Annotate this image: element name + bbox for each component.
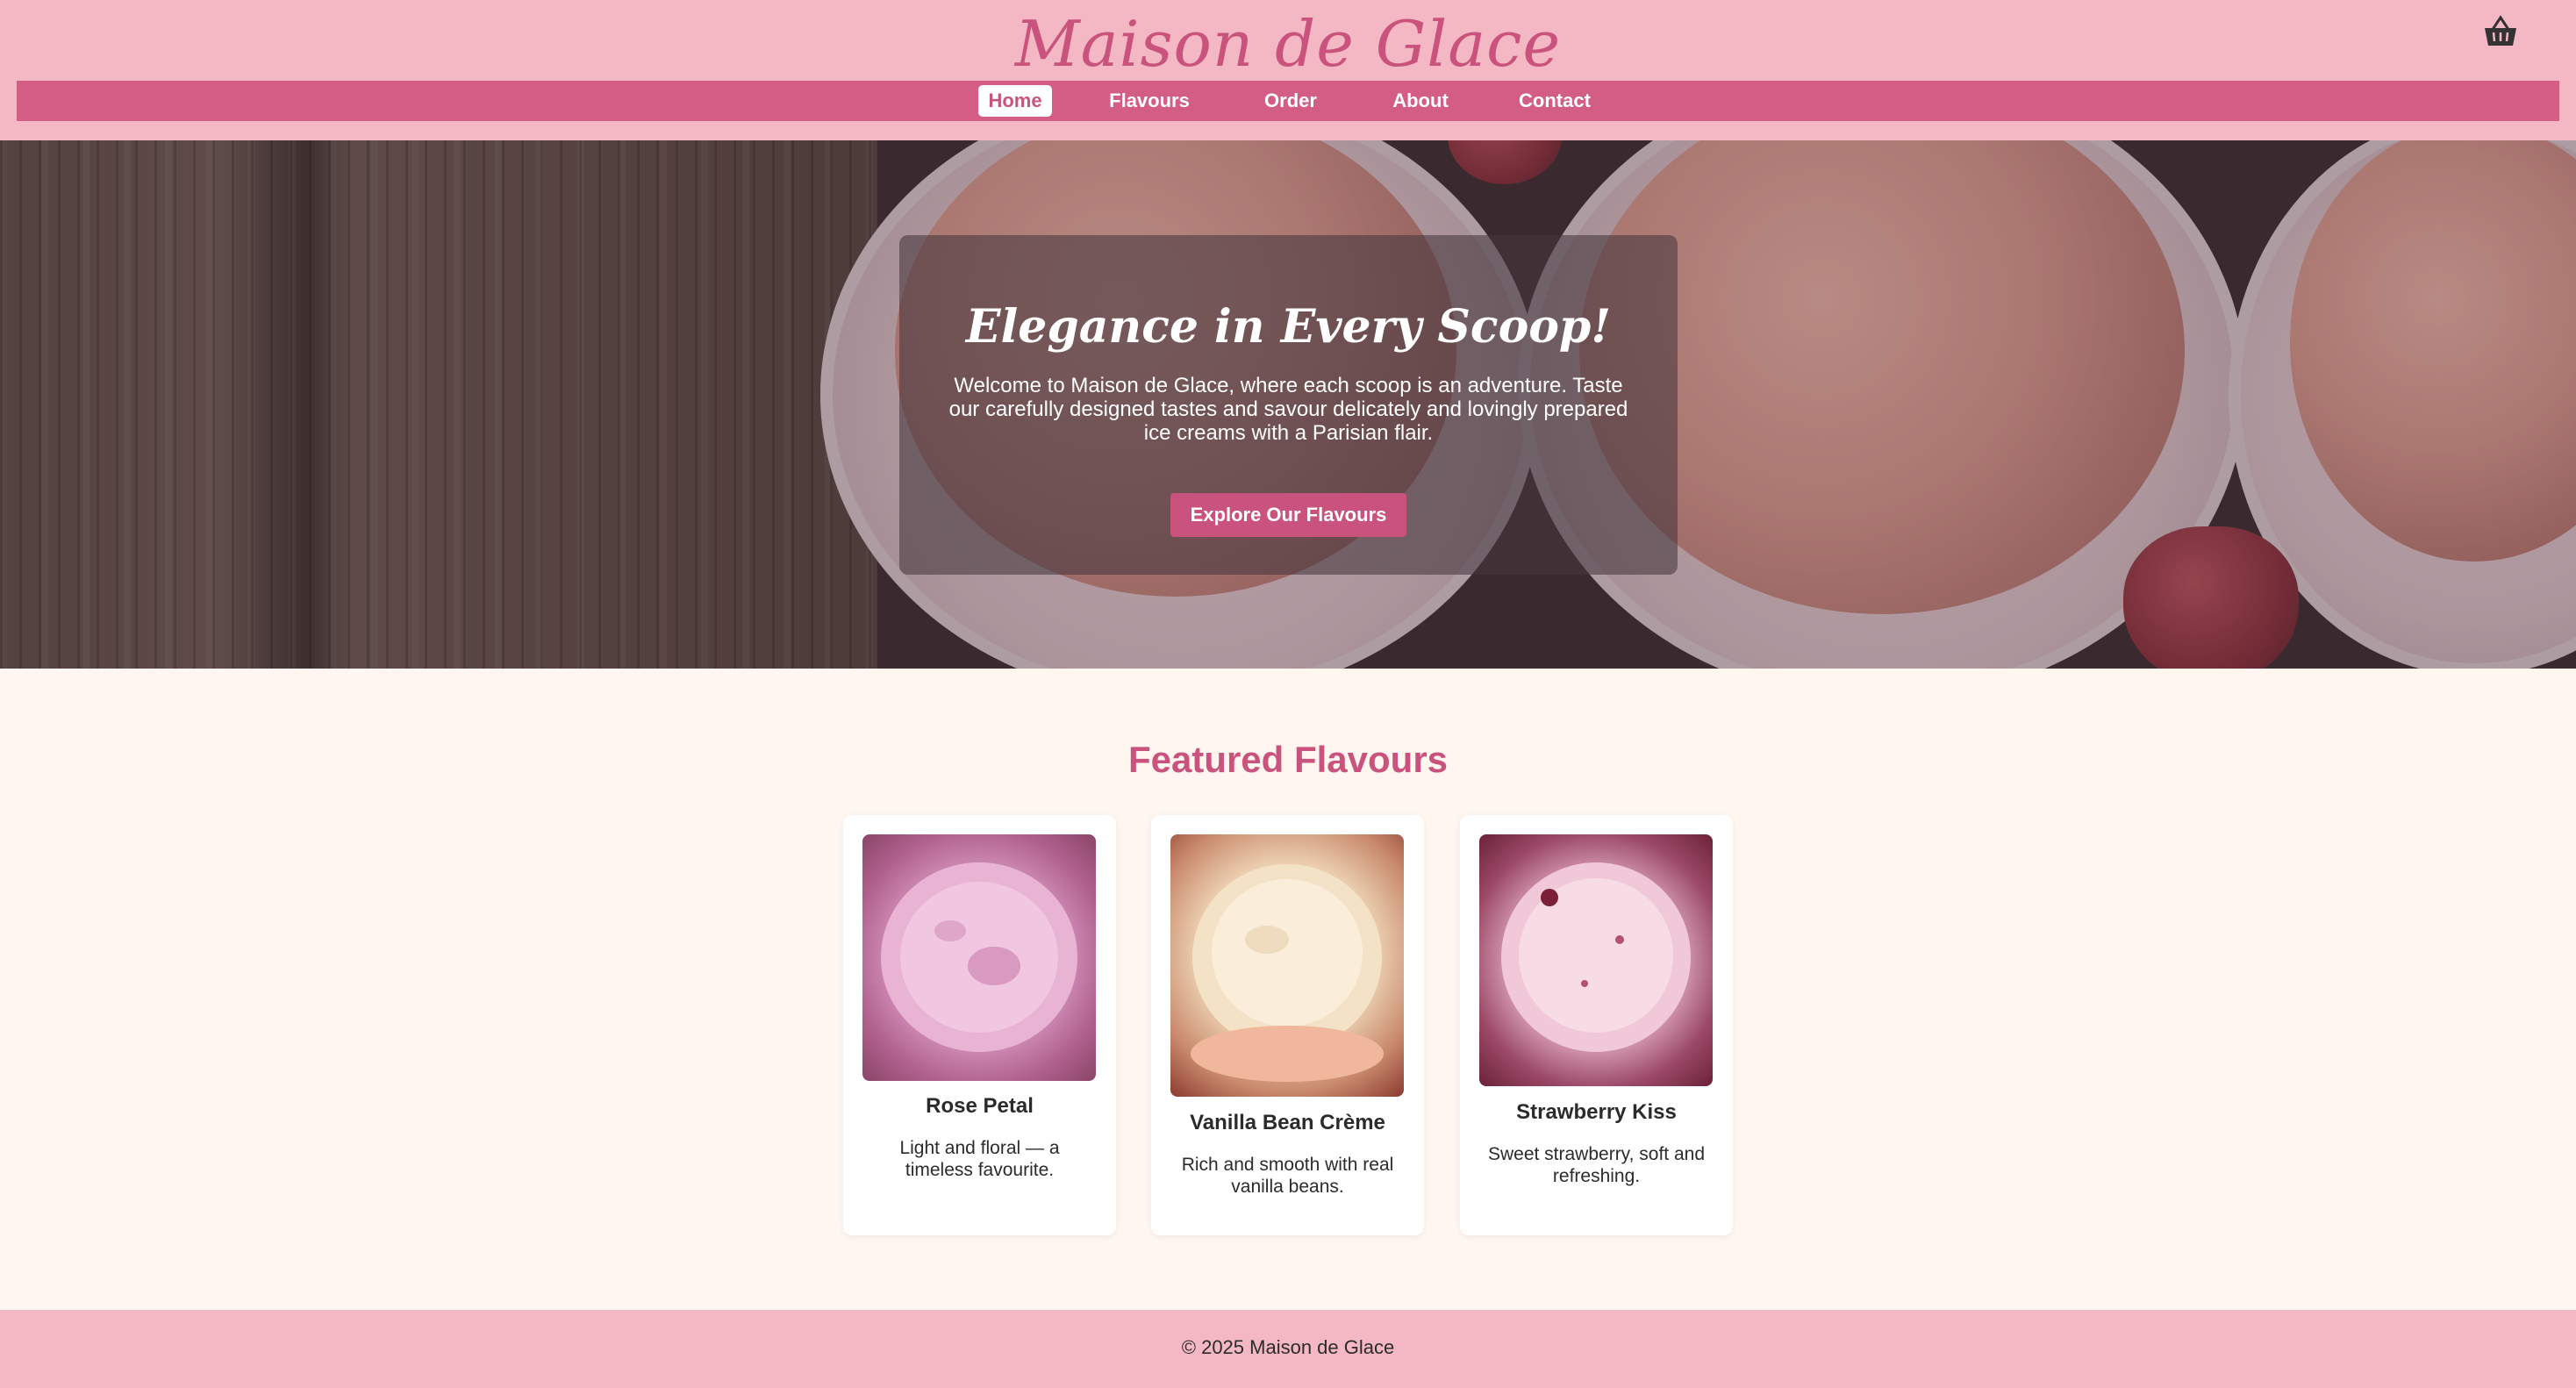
flavour-name: Vanilla Bean Crème <box>1190 1111 1385 1134</box>
basket-icon[interactable] <box>2481 14 2520 49</box>
nav-contact[interactable]: Contact <box>1508 85 1601 117</box>
hero-card: Elegance in Every Scoop! Welcome to Mais… <box>899 235 1678 575</box>
site-header: Maison de Glace Home Flavours Order Abou… <box>0 0 2576 140</box>
flavour-card-rose-petal[interactable]: Rose Petal Light and floral — a timeless… <box>843 815 1116 1235</box>
nav-flavours[interactable]: Flavours <box>1103 85 1196 117</box>
hero-banner: Elegance in Every Scoop! Welcome to Mais… <box>0 140 2576 669</box>
nav-order[interactable]: Order <box>1256 85 1326 117</box>
vanilla-bean-ice-cream-photo <box>1170 834 1404 1097</box>
strawberry-ice-cream-photo <box>1479 834 1713 1086</box>
flavour-card-vanilla-bean-creme[interactable]: Vanilla Bean Crème Rich and smooth with … <box>1151 815 1424 1235</box>
copyright-text: © 2025 Maison de Glace <box>1181 1336 1395 1358</box>
flavour-description: Sweet strawberry, soft and refreshing. <box>1487 1144 1706 1186</box>
site-footer: © 2025 Maison de Glace <box>0 1310 2576 1388</box>
nav-home[interactable]: Home <box>978 85 1052 117</box>
hero-title: Elegance in Every Scoop! <box>965 300 1612 354</box>
explore-flavours-button[interactable]: Explore Our Flavours <box>1170 493 1406 537</box>
flavour-name: Rose Petal <box>926 1094 1034 1118</box>
flavour-description: Light and floral — a timeless favourite. <box>899 1138 1060 1180</box>
brand-logo[interactable]: Maison de Glace <box>0 7 2576 81</box>
rose-petal-ice-cream-photo <box>862 834 1096 1081</box>
nav-about[interactable]: About <box>1381 85 1460 117</box>
featured-title: Featured Flavours <box>1127 739 1449 780</box>
flavour-description: Rich and smooth with real vanilla beans. <box>1181 1155 1394 1197</box>
main-nav: Home Flavours Order About Contact <box>17 81 2559 121</box>
hero-description: Welcome to Maison de Glace, where each s… <box>948 374 1628 445</box>
flavour-card-strawberry-kiss[interactable]: Strawberry Kiss Sweet strawberry, soft a… <box>1460 815 1733 1235</box>
flavour-name: Strawberry Kiss <box>1516 1100 1677 1124</box>
